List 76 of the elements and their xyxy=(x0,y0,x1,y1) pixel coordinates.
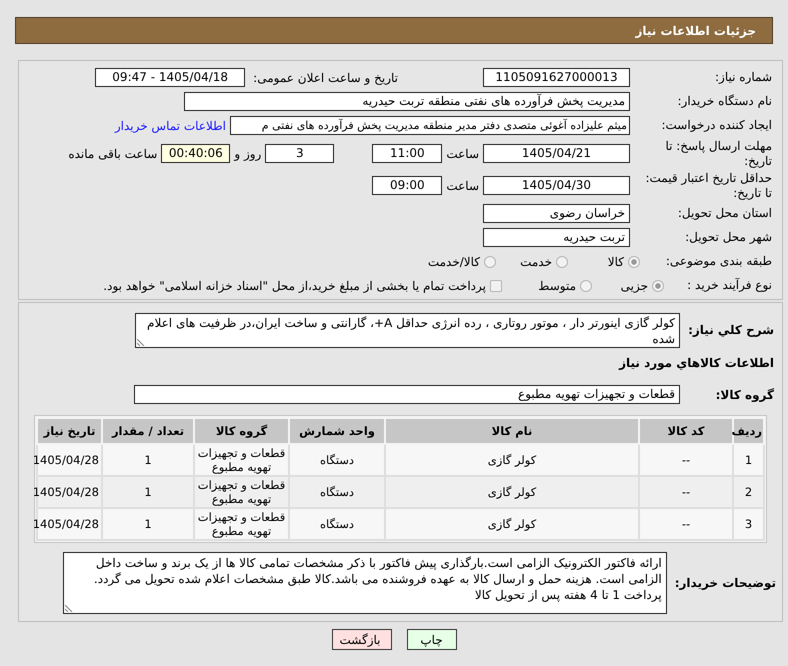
option-label: خدمت xyxy=(520,254,552,268)
table-cell: 1 xyxy=(102,508,194,540)
column-header: تعداد / مقدار xyxy=(102,418,194,444)
field-label: تاریخ و ساعت اعلان عمومی: xyxy=(253,70,398,84)
deadline-date-field[interactable]: 1405/04/21 xyxy=(483,144,630,163)
buyer-notes-label: توضیحات خریدار: xyxy=(674,576,777,590)
radio-button[interactable] xyxy=(580,280,592,292)
field-label: حداقل تاریخ اعتبار قیمت: تا تاریخ: xyxy=(644,170,772,200)
remaining-time-field[interactable]: 00:40:06 xyxy=(161,144,230,163)
table-cell: 3 xyxy=(733,508,764,540)
field-label: نوع فرآیند خرید : xyxy=(686,278,772,293)
table-cell: قطعات و تجهیزات تهویه مطبوع xyxy=(194,444,289,476)
field-label: طبقه بندی موضوعی: xyxy=(664,254,772,269)
summary-textarea[interactable]: کولر گازی اینورتر دار ، موتور روتاری ، رده انرژی حداقل A+، گارانتی و ساخت ایران،در ظرفیت های اعلام شده xyxy=(135,313,680,348)
option-label: کالا/خدمت xyxy=(428,254,480,268)
table-cell: کولر گازی xyxy=(385,444,639,476)
radio-button[interactable] xyxy=(484,256,496,268)
resize-grip-icon[interactable] xyxy=(64,604,73,612)
field-label: نام دستگاه خریدار: xyxy=(676,94,772,109)
time-label: ساعت xyxy=(446,146,479,160)
days-field[interactable]: 3 xyxy=(265,144,334,163)
summary-label: شرح کلي نياز: xyxy=(687,322,775,337)
buyer-org-field[interactable]: مدیریت پخش فرآورده های نفتی منطقه تربت حیدریه xyxy=(184,92,630,111)
column-header: گروه کالا xyxy=(194,418,289,444)
table-cell: 2 xyxy=(733,476,764,508)
table-cell: کولر گازی xyxy=(385,476,639,508)
validity-date-field[interactable]: 1405/04/30 xyxy=(483,176,630,195)
print-button[interactable]: چاپ xyxy=(406,629,456,650)
city-field[interactable]: تربت حیدریه xyxy=(483,228,630,247)
remaining-label: ساعت باقی مانده xyxy=(68,146,158,160)
column-header: تاریخ نیاز xyxy=(37,418,102,444)
column-header: واحد شمارش xyxy=(289,418,385,444)
column-header: کد کالا xyxy=(639,418,733,444)
buyer-contact-link[interactable]: اطلاعات تماس خریدار xyxy=(114,118,226,132)
validity-time-field[interactable]: 09:00 xyxy=(372,176,442,195)
table-cell: دستگاه xyxy=(289,444,385,476)
column-header: نام کالا xyxy=(385,418,639,444)
group-field[interactable]: قطعات و تجهیزات تهویه مطبوع xyxy=(134,385,680,404)
time-label: ساعت xyxy=(446,178,479,192)
table-cell: -- xyxy=(639,508,733,540)
table-cell: دستگاه xyxy=(289,508,385,540)
option-label: جزیی xyxy=(620,278,648,292)
table-cell: 1 xyxy=(733,444,764,476)
field-label: مهلت ارسال پاسخ: تا تاریخ: xyxy=(664,138,772,168)
field-label: شهر محل تحویل: xyxy=(684,230,772,245)
table-cell: کولر گازی xyxy=(385,508,639,540)
radio-button[interactable] xyxy=(652,280,664,292)
column-header: ردیف xyxy=(733,418,764,444)
buyer-notes-textarea[interactable]: ارائه فاکتور الکترونیک الزامی است.بارگذاری پیش فاکتور با ذکر مشخصات تمامی کالا ها از یک برند و ساخت داخل الزامی است. هزینه حمل و ارسال کالا به عهده فروشنده می باشد.کالا طبق مشخصات اعلام شده تحویل می گردد. پرداخت 1 تا 4 هفته پس از تحویل کالا xyxy=(62,552,667,614)
group-label: گروه کالا: xyxy=(714,388,775,402)
table-cell: -- xyxy=(639,476,733,508)
radio-button[interactable] xyxy=(628,256,640,268)
page-title: جزئیات اطلاعات نیاز xyxy=(635,24,756,38)
checkbox-label: پرداخت تمام یا بخشی از مبلغ خرید،از محل "اسناد خزانه اسلامی" خواهد بود. xyxy=(103,278,486,292)
deadline-time-field[interactable]: 11:00 xyxy=(372,144,442,163)
table-cell: -- xyxy=(639,444,733,476)
field-label: استان محل تحویل: xyxy=(676,206,772,221)
province-field[interactable]: خراسان رضوی xyxy=(483,204,630,223)
resize-grip-icon[interactable] xyxy=(137,338,145,346)
option-label: کالا xyxy=(608,254,624,268)
radio-button[interactable] xyxy=(556,256,568,268)
table-cell: 1 xyxy=(102,476,194,508)
need-number-field[interactable]: 1105091627000013 xyxy=(483,68,630,87)
field-label: شماره نیاز: xyxy=(714,70,772,85)
table-cell: دستگاه xyxy=(289,476,385,508)
back-button[interactable]: بازگشت xyxy=(332,629,392,650)
table-cell: قطعات و تجهیزات تهویه مطبوع xyxy=(194,476,289,508)
field-label: ایجاد کننده درخواست: xyxy=(660,118,772,133)
table-cell: قطعات و تجهیزات تهویه مطبوع xyxy=(194,508,289,540)
days-label: روز و xyxy=(234,146,262,160)
table-cell: 1 xyxy=(102,444,194,476)
option-label: متوسط xyxy=(538,278,576,292)
requester-field[interactable]: میثم علیزاده آغوئی متصدی دفتر مدیر منطقه مدیریت پخش فرآورده های نفتی م xyxy=(230,116,630,135)
section-title: اطلاعات کالاهاي مورد نياز xyxy=(619,356,774,370)
checkbox[interactable] xyxy=(490,280,502,292)
announce-date-field[interactable]: 1405/04/18 - 09:47 xyxy=(95,68,246,87)
